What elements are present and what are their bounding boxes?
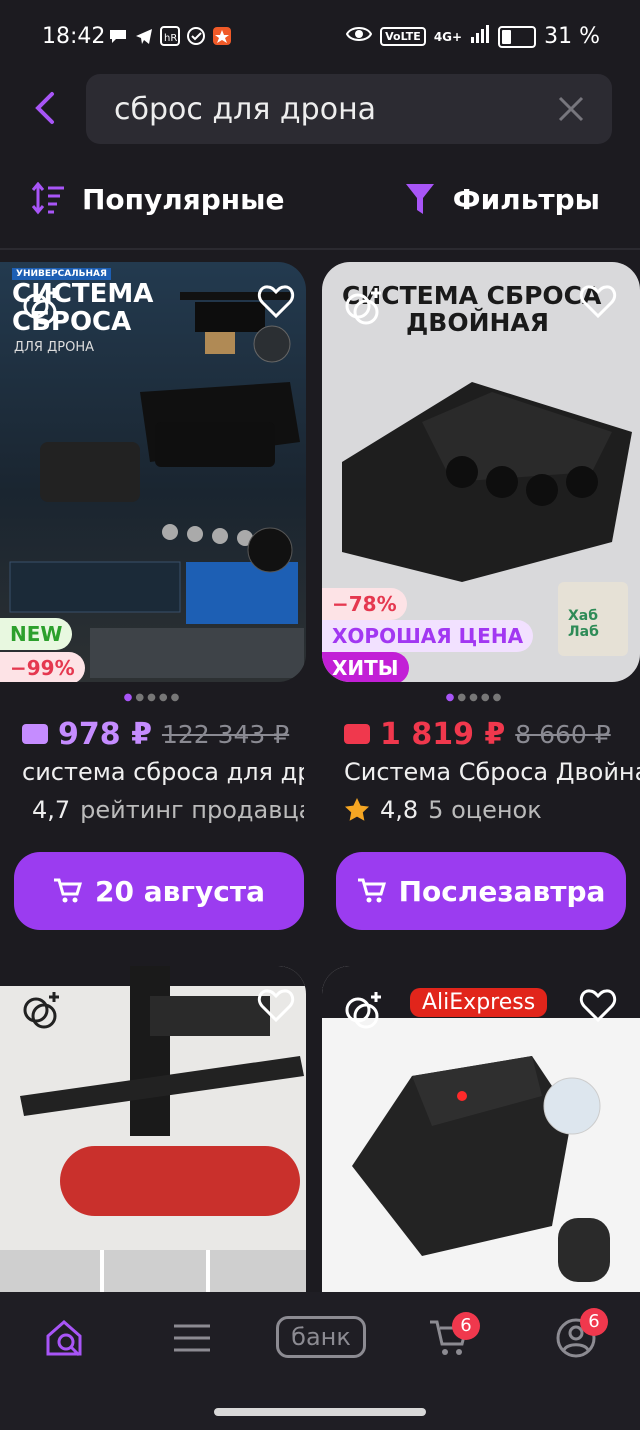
battery-percent: 31 % (544, 24, 600, 49)
filters-label: Фильтры (452, 182, 600, 216)
rating-text: рейтинг продавца (80, 796, 304, 824)
clear-search-button[interactable] (556, 94, 586, 124)
image-pager: ●●●●● (445, 692, 505, 703)
good-price-badge: ХОРОШАЯ ЦЕНА (322, 620, 534, 652)
current-price: 1 819 ₽ (380, 716, 506, 752)
image-pager: ●●●●● (123, 692, 183, 703)
compare-icon[interactable] (342, 988, 386, 1032)
signal-icon (470, 24, 490, 49)
svg-text:hR: hR (164, 33, 177, 44)
wallet-icon (344, 724, 370, 744)
old-price: 8 660 ₽ (515, 719, 611, 749)
eye-icon (346, 24, 373, 49)
chevron-left-icon (35, 92, 54, 124)
discount-badge: −99% (0, 652, 85, 682)
rating-value: 4,8 (380, 796, 419, 824)
home-search-icon (46, 1320, 82, 1357)
image-sub: ДЛЯ ДРОНА (14, 340, 94, 355)
image-sub: ДВОЙНАЯ (406, 308, 550, 337)
chat-icon (108, 26, 128, 46)
hr-icon: hR (160, 26, 180, 46)
profile-count-badge: 6 (580, 1308, 608, 1336)
nav-bank[interactable]: банк (276, 1316, 366, 1360)
current-price: 978 ₽ (58, 716, 152, 752)
delivery-date: Послезавтра (398, 874, 606, 908)
rating-text: 5 оценок (428, 796, 542, 824)
close-icon (558, 96, 584, 122)
volte-chip: VoLTE (380, 27, 426, 46)
product-title[interactable]: Система Сброса Двойная (344, 758, 640, 786)
rating-row: 4,7 рейтинг продавца (22, 796, 304, 824)
back-button[interactable] (28, 90, 64, 126)
search-field[interactable]: сброс для дрона (86, 74, 612, 144)
app-icon (212, 26, 232, 46)
menu-icon (174, 1324, 210, 1352)
status-right: VoLTE 4G+ 31 % (346, 24, 600, 49)
favorite-icon[interactable] (256, 282, 296, 322)
product-card[interactable]: УНИВЕРСАЛЬНАЯ СИСТЕМА СБРОСА ДЛЯ ДРОНА N… (0, 262, 306, 942)
product-title[interactable]: система сброса для дрона (22, 758, 304, 786)
bank-label: банк (276, 1316, 366, 1358)
cart-icon (357, 878, 386, 903)
wallet-icon (22, 724, 48, 744)
telegram-icon (134, 26, 154, 46)
price-row: 978 ₽ 122 343 ₽ (22, 712, 289, 756)
product-card[interactable]: AliExpress (322, 966, 640, 1296)
compare-icon[interactable] (342, 284, 386, 328)
favorite-icon[interactable] (256, 986, 296, 1026)
battery-icon (498, 25, 537, 48)
search-input[interactable]: сброс для дрона (114, 92, 376, 127)
compare-icon[interactable] (20, 988, 64, 1032)
product-card[interactable]: СИСТЕМА СБРОСА ДВОЙНАЯ Хаб Лаб −78% ХОРО… (322, 262, 640, 942)
hits-badge: ХИТЫ (322, 652, 409, 682)
divider (0, 248, 640, 250)
old-price: 122 343 ₽ (161, 719, 290, 749)
status-bar: 18:42 hR VoLTE 4G+ 31 % (0, 0, 640, 72)
price-row: 1 819 ₽ 8 660 ₽ (344, 712, 611, 756)
filter-icon (405, 184, 434, 214)
nav-catalog[interactable] (170, 1316, 214, 1360)
notification-icons: hR (108, 26, 232, 46)
rating-row: 4,8 5 оценок (344, 796, 640, 824)
new-badge: NEW (0, 618, 73, 650)
sort-filter-bar: Популярные Фильтры (0, 176, 640, 226)
rating-value: 4,7 (32, 796, 71, 824)
network-label: 4G+ (433, 29, 463, 44)
cart-icon (54, 878, 83, 903)
home-indicator (214, 1408, 426, 1416)
sort-icon (31, 182, 64, 215)
delivery-date: 20 августа (95, 874, 265, 908)
store-badge: AliExpress (410, 988, 548, 1017)
cart-count-badge: 6 (452, 1312, 480, 1340)
seller-logo: Хаб Лаб (568, 608, 599, 640)
add-to-cart-button[interactable]: Послезавтра (336, 852, 626, 930)
star-icon (345, 798, 369, 821)
product-card[interactable] (0, 966, 306, 1296)
compare-icon[interactable] (20, 284, 64, 328)
favorite-icon[interactable] (578, 986, 618, 1026)
sort-button[interactable]: Популярные (30, 182, 284, 216)
nav-home-search[interactable] (44, 1316, 88, 1360)
filters-button[interactable]: Фильтры (405, 182, 600, 216)
discount-badge: −78% (322, 588, 407, 620)
add-to-cart-button[interactable]: 20 августа (14, 852, 304, 930)
favorite-icon[interactable] (578, 282, 618, 322)
sort-label: Популярные (82, 182, 285, 216)
status-time: 18:42 (42, 24, 106, 49)
check-icon (186, 26, 206, 46)
